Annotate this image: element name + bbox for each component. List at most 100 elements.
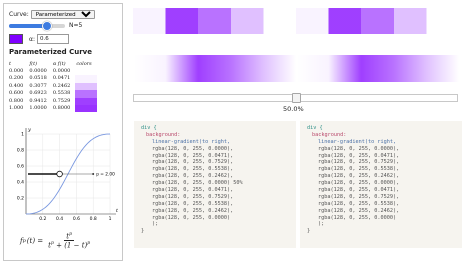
cell-color [75, 105, 98, 113]
code-line: rgba(128, 0, 255, 0.0000) 50% [152, 180, 243, 187]
position-slider[interactable] [133, 93, 458, 103]
den-rest: + (1 − t) [53, 241, 88, 250]
cell-t: 0.600 [9, 90, 24, 97]
formula-fraction: tp tp + (1 − t)p [46, 232, 92, 250]
n-slider[interactable] [9, 21, 65, 31]
code-line: rgba(128, 0, 255, 0.5538), [318, 200, 400, 207]
css-code-left: div {background: linear-gradient(to right… [134, 121, 296, 248]
code-line: rgba(128, 0, 255, 0.2462), [152, 207, 234, 214]
table-row: 0.000 0.0000 0.0000 [8, 68, 97, 75]
gradient-preview-stepped [133, 8, 459, 34]
n-slider-fill [9, 23, 45, 28]
code-line: rgba(128, 0, 255, 0.0000), [152, 145, 234, 152]
p-annotation: p = 2.00 [96, 172, 115, 178]
header-f: f(t) [29, 60, 38, 67]
header-af: α f(t) [52, 60, 66, 67]
color-sample [75, 82, 98, 91]
formula: f p (t) = tp tp + (1 − t)p [20, 232, 92, 250]
n-value-label: N=5 [69, 22, 83, 29]
code-line: rgba(128, 0, 255, 0.2462), [152, 173, 234, 180]
curve-label: Curve: [9, 11, 29, 18]
cell-f: 1.0000 [29, 105, 47, 112]
cell-color [75, 75, 98, 83]
x-tick-label: 0.2 [39, 216, 46, 222]
panel-title: Parameterized Curve [9, 48, 92, 56]
code-line: rgba(128, 0, 255, 0.0000), [318, 180, 400, 187]
y-axis-label: y [27, 127, 31, 133]
code-line: rgba(128, 0, 255, 0.0471), [318, 187, 400, 194]
code-line: ); [152, 221, 159, 228]
position-value: 50.0% [283, 105, 304, 113]
values-table: t f(t) α f(t) colors 0.000 0.0000 0.0000 0.… [8, 60, 98, 113]
y-tick-label: 0.4 [17, 180, 24, 186]
alpha-input[interactable]: 0.6 [36, 34, 69, 44]
cell-f: 0.6923 [29, 90, 47, 97]
color-picker[interactable] [9, 34, 23, 44]
table-row: 1.000 1.0000 0.8000 [8, 105, 98, 113]
den-exp-b: p [87, 241, 91, 247]
curve-select[interactable]: Parameterized [30, 10, 95, 19]
color-sample [75, 68, 97, 75]
alpha-label: α: [29, 35, 35, 43]
control-panel: Curve: Parameterized N=5 α: 0.6 Paramete… [3, 3, 123, 261]
cell-f: 0.3077 [29, 82, 47, 89]
color-sample [75, 90, 98, 98]
code-line: rgba(128, 0, 255, 0.0471), [318, 152, 400, 159]
code-function: linear-gradient(to right, [152, 138, 231, 145]
curve-row: Curve: Parameterized [9, 10, 95, 19]
x-tick-label: 1 [109, 216, 112, 222]
header-colors: colors [76, 60, 92, 67]
code-closing: } [307, 228, 311, 235]
p-control-handle [56, 170, 63, 178]
code-line: rgba(128, 0, 255, 0.0471), [152, 187, 234, 194]
x-axis-label: t [116, 208, 119, 214]
position-slider-thumb[interactable] [292, 93, 301, 103]
code-line: rgba(128, 0, 255, 0.7529), [152, 193, 234, 200]
num-exp: p [69, 232, 73, 237]
formula-denominator: tp + (1 − t)p [46, 241, 92, 249]
gradient-preview-smooth [133, 55, 459, 82]
x-tick-label: 0.6 [73, 216, 80, 222]
color-sample [75, 75, 98, 83]
code-line: rgba(128, 0, 255, 0.0000) [318, 214, 397, 221]
cell-af: 0.8000 [52, 105, 71, 112]
formula-numerator: tp [64, 232, 75, 242]
x-tick-label: 0.8 [90, 216, 97, 222]
code-line: rgba(128, 0, 255, 0.7529), [318, 159, 400, 166]
cell-af: 0.2462 [52, 82, 71, 89]
cell-t: 0.000 [9, 68, 24, 74]
cell-t: 0.200 [9, 75, 24, 82]
curve-chart: t y 0.2 0.4 0.6 0.8 1 0.2 0.4 0.6 0.8 1 p = 2.00 [17, 127, 119, 222]
formula-arg: (t) = [26, 236, 44, 245]
code-line: rgba(128, 0, 255, 0.0000), [318, 145, 400, 152]
code-selector: div { [141, 125, 157, 131]
formula-sub: p [22, 237, 26, 244]
cell-t: 0.800 [9, 97, 24, 104]
y-tick-label: 1 [21, 132, 24, 138]
code-property: background: [146, 131, 181, 138]
code-function: linear-gradient(to right, [318, 138, 397, 145]
code-selector: div { [307, 125, 323, 131]
cell-f: 0.0518 [29, 75, 47, 82]
cell-color [75, 90, 98, 98]
n-slider-thumb[interactable] [42, 21, 52, 31]
n-slider-row: N=5 [9, 21, 83, 31]
cell-af: 0.5538 [52, 90, 71, 97]
code-closing: } [141, 228, 145, 235]
code-line: rgba(128, 0, 255, 0.7529), [152, 159, 234, 166]
code-line: rgba(128, 0, 255, 0.0000) [152, 214, 231, 221]
cell-color [75, 82, 98, 91]
y-tick-label: 0.6 [17, 164, 24, 170]
table-row: 0.800 0.9412 0.7529 [8, 97, 98, 106]
cell-color [75, 97, 98, 106]
cell-f: 0.0000 [29, 68, 47, 74]
code-property: background: [312, 131, 347, 138]
code-line: rgba(128, 0, 255, 0.5538), [152, 200, 234, 207]
code-line: rgba(128, 0, 255, 0.7529), [318, 193, 400, 200]
cell-color [75, 68, 97, 75]
cell-af: 0.0000 [52, 68, 71, 74]
cell-t: 1.000 [9, 105, 24, 112]
cell-af: 0.7529 [52, 97, 71, 104]
css-code-right: div {background: linear-gradient(to right… [300, 121, 462, 248]
code-line: rgba(128, 0, 255, 0.0471), [152, 152, 234, 159]
